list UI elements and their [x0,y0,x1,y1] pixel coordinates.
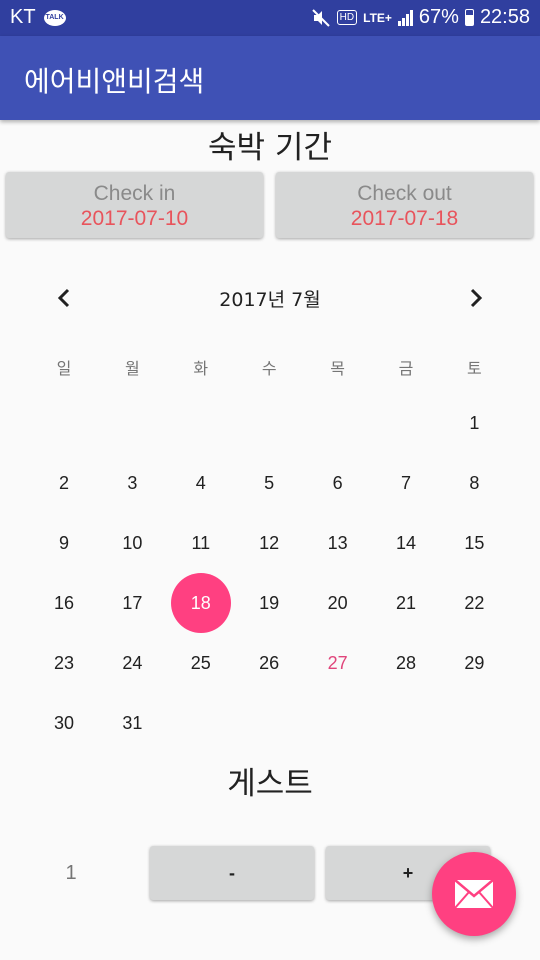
calendar-day[interactable]: 15 [440,513,508,573]
calendar-day-number: 31 [122,713,143,733]
calendar-day[interactable]: 27 [304,633,372,693]
calendar-day-number: 24 [122,653,143,673]
check-in-date: 2017-07-10 [80,207,189,230]
calendar-day-number: 15 [464,533,485,553]
calendar-day-number: 19 [259,593,280,613]
calendar-day-number: 22 [464,593,485,613]
carrier-label: KT [10,6,36,28]
calendar-day[interactable]: 19 [235,573,303,633]
check-out-button[interactable]: Check out 2017-07-18 [276,172,533,238]
check-in-label: Check in [93,182,176,205]
weekday-label: 토 [467,359,482,378]
calendar-day[interactable]: 6 [304,453,372,513]
calendar-day[interactable]: 10 [98,513,166,573]
guests-title: 게스트 [227,766,313,802]
next-month-button[interactable] [462,284,490,312]
hd-icon: HD [336,10,358,25]
calendar-day[interactable]: 11 [167,513,235,573]
weekday-label: 화 [193,359,209,378]
clock: 22:58 [479,6,530,28]
calendar-day[interactable]: 23 [30,633,98,693]
calendar-day[interactable]: 7 [372,453,440,513]
status-bar: KT TALK HD LTE+ 67% 22:58 [0,0,540,36]
calendar-day[interactable]: 1 [440,393,508,453]
weekday-label: 수 [261,359,277,378]
calendar-day[interactable]: 3 [98,453,166,513]
mute-icon [311,8,331,27]
check-out-date: 2017-07-18 [350,207,459,230]
calendar-day[interactable]: 29 [440,633,508,693]
stay-period-title: 숙박 기간 [208,130,332,166]
calendar-day-number: 28 [395,653,417,673]
calendar-day-number: 8 [469,473,480,493]
calendar-day-number: 12 [259,533,280,553]
calendar-grid: 1 2 3 4 5 6 7 8 9 10 11 12 13 14 15 16 17 18 19 20 21 22 23 24 2… [30,393,509,753]
calendar-day-number: 11 [191,533,211,553]
weekday-header: 일월화수목금토 [30,355,509,378]
calendar-day[interactable]: 28 [372,633,440,693]
calendar-day-number: 25 [190,653,211,673]
calendar-day-number: 29 [464,653,485,673]
weekday-label: 금 [398,359,414,378]
calendar-day-number: 30 [53,713,75,733]
calendar-day[interactable]: 13 [304,513,372,573]
calendar-day-number: 20 [327,593,348,613]
calendar-day[interactable]: 22 [440,573,508,633]
check-out-label: Check out [357,182,452,205]
calendar-day-number: 23 [53,653,75,673]
calendar-day[interactable]: 25 [167,633,235,693]
calendar-day[interactable]: 12 [235,513,303,573]
calendar-day-number: 7 [400,473,411,493]
calendar-day[interactable]: 30 [30,693,98,753]
calendar-day[interactable]: 4 [167,453,235,513]
app-title: 에어비앤비검색 [24,65,205,98]
calendar-day-number: 9 [58,533,69,553]
calendar-day[interactable]: 9 [30,513,98,573]
calendar-day[interactable]: 31 [98,693,166,753]
calendar-day-number: 2 [58,473,69,493]
calendar-day[interactable]: 20 [304,573,372,633]
kakaotalk-icon: TALK [43,9,66,26]
calendar-day-number: 16 [53,593,75,613]
battery-percent: 67% [418,6,459,28]
calendar-day[interactable]: 14 [372,513,440,573]
calendar-day-number: 14 [395,533,417,553]
check-in-button[interactable]: Check in 2017-07-10 [6,172,263,238]
calendar-day[interactable]: 24 [98,633,166,693]
app-bar: 에어비앤비검색 [0,36,540,120]
calendar-day-number: 13 [327,533,348,553]
weekday-label: 월 [125,359,140,378]
calendar-day[interactable]: 21 [372,573,440,633]
lte-icon: LTE+ [363,10,392,25]
calendar-day-number: 21 [395,593,417,613]
calendar-day-number: 18 [190,593,211,613]
battery-icon [464,9,474,26]
calendar-day-number: 27 [327,653,348,673]
guest-count: 1 [65,862,77,884]
calendar-day-number: 10 [122,533,143,553]
calendar-day-number: 4 [195,473,206,493]
decrease-guests-button[interactable]: - [150,846,314,900]
mail-icon [454,879,494,909]
mail-fab-button[interactable] [432,852,516,936]
calendar-day[interactable]: 16 [30,573,98,633]
calendar-day-number: 5 [264,473,275,493]
calendar-day[interactable]: 17 [98,573,166,633]
calendar-day[interactable]: 8 [440,453,508,513]
calendar-day-number: 6 [332,473,343,493]
calendar-day-number: 3 [127,473,138,493]
calendar-day[interactable]: 26 [235,633,303,693]
chevron-right-icon [470,288,483,308]
signal-icon [397,9,413,26]
weekday-label: 목 [330,359,345,378]
calendar-day-selected[interactable]: 18 [167,573,235,633]
calendar-day[interactable]: 2 [30,453,98,513]
calendar-day-number: 1 [469,413,480,433]
calendar-day-number: 26 [259,653,280,673]
calendar-day[interactable]: 5 [235,453,303,513]
weekday-label: 일 [56,359,72,378]
month-title: 2017년 7월 [219,289,321,311]
calendar-day-number: 17 [122,593,143,613]
